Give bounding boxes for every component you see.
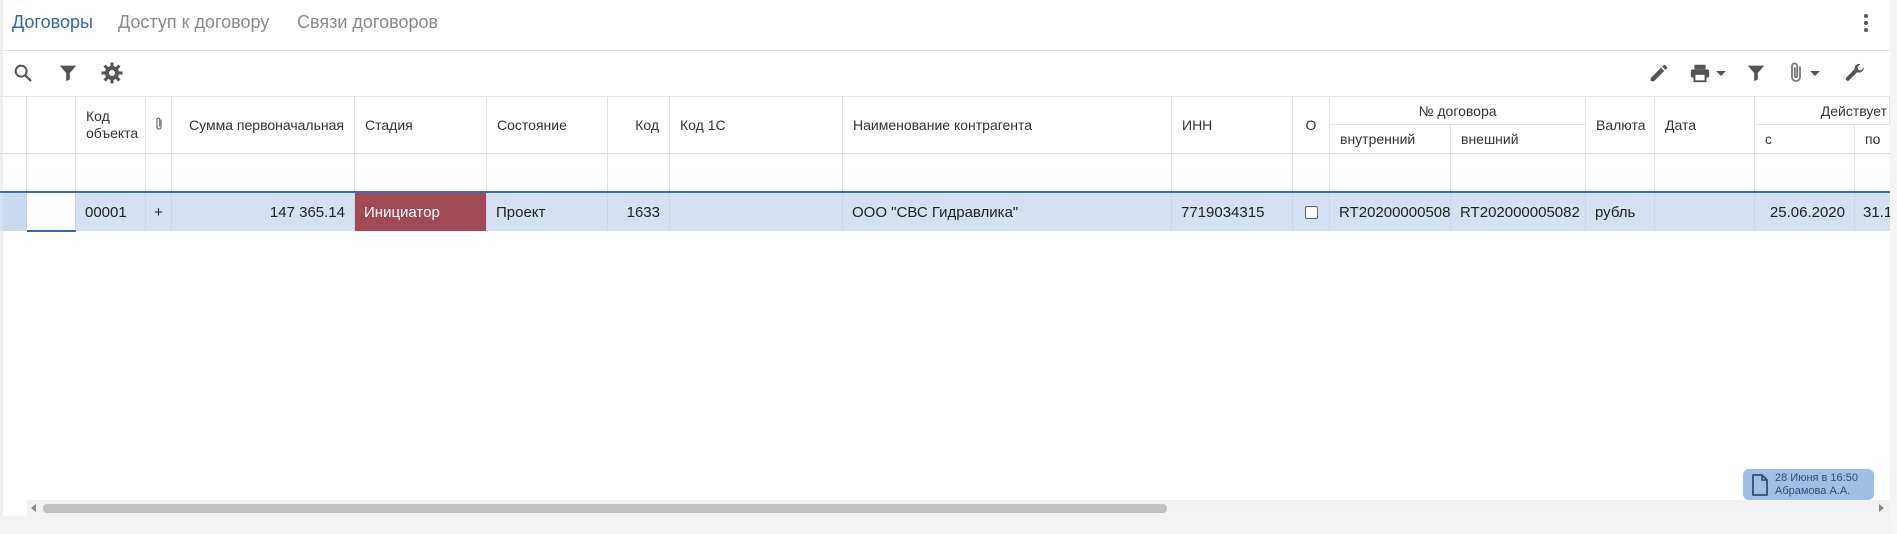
table-header: Код объекта Сумма первоначальная Стадия … [0, 97, 1890, 154]
header-internal[interactable]: внутренний [1330, 125, 1451, 153]
filter-valid-to[interactable] [1855, 153, 1890, 191]
chevron-down-icon [1716, 70, 1726, 76]
chevron-down-icon [1810, 70, 1820, 76]
filter-icon[interactable] [1745, 60, 1767, 86]
tab-bar: Договоры Доступ к договору Связи договор… [0, 0, 1890, 51]
filter-stage[interactable] [355, 153, 487, 191]
filter-object-code[interactable] [76, 153, 146, 191]
gear-icon[interactable] [100, 60, 124, 86]
filter-external[interactable] [1451, 153, 1586, 191]
scroll-right-icon[interactable] [1879, 504, 1884, 512]
horizontal-scrollbar[interactable] [27, 500, 1890, 516]
cell-code-1c[interactable] [670, 193, 843, 231]
cell-external[interactable]: RT202000005082 [1451, 193, 1586, 231]
cell-attach[interactable]: + [146, 193, 172, 231]
tab-contract-links[interactable]: Связи договоров [297, 12, 438, 33]
header-date[interactable]: Дата [1655, 97, 1755, 153]
filter-date[interactable] [1655, 153, 1755, 191]
cell-state[interactable]: Проект [487, 193, 608, 231]
filter-code[interactable] [608, 153, 670, 191]
filter-row [0, 153, 1890, 193]
filter-counterparty[interactable] [843, 153, 1172, 191]
filter-internal[interactable] [1330, 153, 1451, 191]
search-icon[interactable] [12, 60, 34, 86]
scroll-left-icon[interactable] [31, 504, 36, 512]
badge-user: Абрамова А.А. [1775, 484, 1851, 497]
filter-attach[interactable] [146, 153, 172, 191]
bottom-strip [0, 516, 1890, 534]
filter-state[interactable] [487, 153, 608, 191]
printer-icon[interactable] [1688, 60, 1726, 86]
filter-cell [27, 153, 76, 191]
header-code-1c[interactable]: Код 1С [670, 97, 843, 153]
header-contract-number: № договора [1330, 97, 1586, 125]
paperclip-icon[interactable] [1786, 60, 1820, 86]
header-valid: Действует [1755, 97, 1890, 125]
filter-code-1c[interactable] [670, 153, 843, 191]
row-indicator [3, 193, 27, 231]
filter-cell [3, 153, 27, 191]
filter-valid-from[interactable] [1755, 153, 1855, 191]
cell-internal[interactable]: RT20200000508 [1330, 193, 1451, 231]
toolbar [0, 51, 1890, 97]
tab-contract-access[interactable]: Доступ к договору [118, 12, 269, 33]
header-external[interactable]: внешний [1451, 125, 1586, 153]
cell-o[interactable] [1293, 193, 1330, 231]
cell-valid-to[interactable]: 31.1 [1855, 193, 1890, 231]
header-code[interactable]: Код [608, 97, 670, 153]
header-select[interactable] [27, 97, 76, 153]
header-state[interactable]: Состояние [487, 97, 608, 153]
header-valid-from[interactable]: с [1755, 125, 1855, 153]
table-row[interactable]: 00001 + 147 365.14 Инициатор Проект 1633… [0, 193, 1890, 231]
badge-text: 28 Июня в 16:50 Абрамова А.А. [1775, 472, 1858, 498]
document-icon [1752, 473, 1768, 496]
last-modified-badge[interactable]: 28 Июня в 16:50 Абрамова А.А. [1743, 469, 1874, 500]
cell-stage[interactable]: Инициатор [355, 193, 487, 231]
header-sum[interactable]: Сумма первоначальная [172, 97, 355, 153]
more-vertical-icon[interactable] [1856, 12, 1876, 36]
tab-contracts[interactable]: Договоры [12, 12, 93, 33]
header-valid-to[interactable]: по [1855, 125, 1890, 153]
row-select-cell[interactable] [27, 193, 76, 231]
header-counterparty[interactable]: Наименование контрагента [843, 97, 1172, 153]
scrollbar-thumb[interactable] [43, 504, 1167, 513]
filter-currency[interactable] [1586, 153, 1655, 191]
header-object-code[interactable]: Код объекта [76, 97, 146, 153]
filter-sum[interactable] [172, 153, 355, 191]
header-inn[interactable]: ИНН [1172, 97, 1293, 153]
header-currency[interactable]: Валюта [1586, 97, 1655, 153]
cell-code[interactable]: 1633 [608, 193, 670, 231]
cell-currency[interactable]: рубль [1586, 193, 1655, 231]
header-attach[interactable] [146, 97, 172, 153]
header-stage[interactable]: Стадия [355, 97, 487, 153]
filter-o[interactable] [1293, 153, 1330, 191]
cell-focus-underline [27, 230, 76, 232]
o-checkbox[interactable] [1304, 205, 1318, 219]
cell-valid-from[interactable]: 25.06.2020 [1755, 193, 1855, 231]
wrench-icon[interactable] [1843, 60, 1867, 86]
header-indicator [3, 97, 27, 153]
badge-datetime: 28 Июня в 16:50 [1775, 471, 1858, 484]
cell-date[interactable] [1655, 193, 1755, 231]
cell-inn[interactable]: 7719034315 [1172, 193, 1293, 231]
header-o[interactable]: О [1293, 97, 1330, 153]
filter-inn[interactable] [1172, 153, 1293, 191]
paperclip-icon [155, 117, 162, 130]
cell-sum[interactable]: 147 365.14 [172, 193, 355, 231]
right-gutter [1890, 0, 1897, 534]
pencil-icon[interactable] [1648, 60, 1670, 86]
filter-icon[interactable] [57, 60, 79, 86]
cell-object-code[interactable]: 00001 [76, 193, 146, 231]
app-window: Договоры Доступ к договору Связи договор… [0, 0, 1897, 534]
cell-counterparty[interactable]: ООО "СВС Гидравлика" [843, 193, 1172, 231]
